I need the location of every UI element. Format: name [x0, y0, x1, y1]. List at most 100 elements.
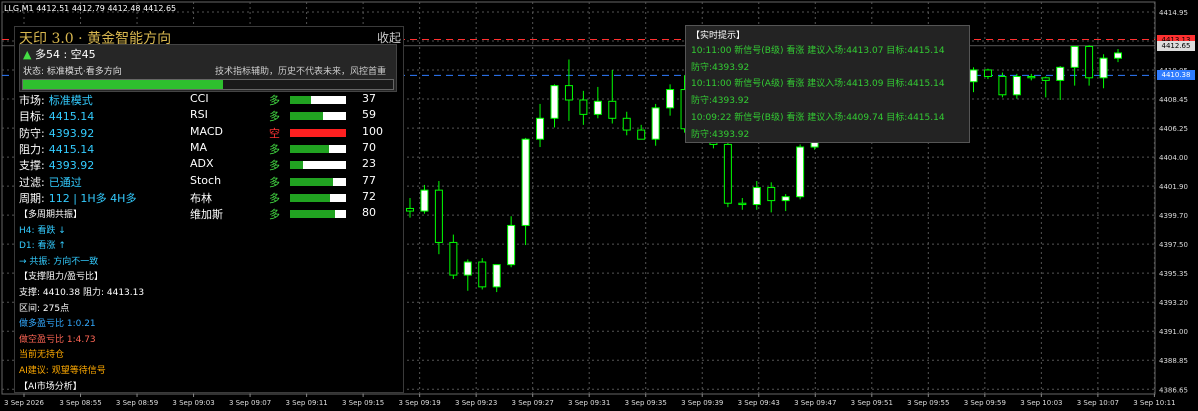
indicator-strength-bar: [290, 177, 346, 186]
candle-body: [406, 207, 414, 212]
y-tick-label: 4391.00: [1159, 328, 1188, 336]
indicator-strength-bar: [290, 112, 346, 121]
candle: [666, 84, 675, 116]
info-value: 4393.92: [48, 126, 95, 140]
tip-line: 10:09:22 新信号(B级) 看涨 建议入场:4409.74 目标:4415…: [691, 112, 945, 123]
indicator-name: Stoch: [190, 173, 222, 187]
candle: [1085, 45, 1094, 86]
x-tick-label: 3 Sep 09:23: [455, 399, 497, 407]
candle: [608, 69, 617, 124]
info-value: 4393.92: [48, 159, 95, 173]
candle-body: [651, 107, 660, 140]
info-row: 目标: 4415.14: [19, 108, 94, 124]
x-tick-label: 3 Sep 10:11: [1133, 399, 1175, 407]
x-tick-label: 3 Sep 09:43: [738, 399, 780, 407]
tip-title: 【实时提示】: [691, 31, 746, 41]
y-tick-label: 4399.70: [1159, 212, 1188, 220]
candle: [1012, 73, 1021, 99]
indicator-value: 77: [362, 173, 376, 187]
indicator-direction: 多: [269, 110, 280, 124]
indicator-value: 23: [362, 157, 376, 171]
indicator-name: 布林: [190, 191, 212, 205]
candle: [622, 111, 631, 136]
indicator-direction: 多: [269, 142, 280, 156]
indicator-strength-bar: [290, 210, 346, 219]
candle-body: [752, 187, 761, 206]
info-key: 周期:: [19, 191, 45, 205]
tip-line: 防守:4393.92: [691, 62, 750, 73]
candle-body: [1056, 66, 1065, 81]
y-tick-label: 4395.35: [1159, 270, 1188, 278]
candle-body: [1085, 45, 1094, 79]
analysis-line: 【支撑阻力/盈亏比】: [19, 272, 104, 283]
indicator-strength-bar: [290, 193, 346, 202]
candle: [752, 181, 761, 210]
tip-line: 10:11:00 新信号(B级) 看涨 建议入场:4413.07 目标:4415…: [691, 46, 945, 56]
candle-body: [608, 100, 617, 119]
candle-body: [420, 189, 429, 212]
y-tick-label: 4406.25: [1159, 125, 1188, 133]
candle-body: [449, 241, 458, 276]
info-value: 4415.14: [48, 142, 95, 156]
candle-body: [463, 261, 472, 276]
y-tick-label: 4408.45: [1159, 96, 1188, 104]
info-key: 过滤:: [19, 175, 45, 189]
candle-body: [550, 85, 559, 119]
x-tick-label: 3 Sep 09:03: [172, 399, 214, 407]
current-price-tag: 4412.65: [1157, 40, 1195, 51]
x-tick-label: 3 Sep 09:11: [285, 399, 327, 407]
candle: [478, 258, 487, 290]
candle: [1114, 49, 1122, 63]
candle-body: [738, 202, 747, 206]
candle: [507, 216, 516, 268]
strength-fill: [290, 161, 303, 170]
tip-line: 10:11:00 新信号(A级) 看涨 建议入场:4413.09 目标:4415…: [691, 79, 945, 90]
indicator-name: MA: [190, 140, 208, 154]
candle: [1099, 54, 1108, 89]
analysis-line: 做多盈亏比 1:0.21: [19, 319, 96, 330]
info-value: 已通过: [48, 175, 82, 189]
indicator-value: 59: [362, 108, 376, 122]
x-tick-label: 3 Sep 09:19: [398, 399, 440, 407]
support-price-tag: 4410.38: [1157, 70, 1195, 81]
symbol-header: LLG,M1 4412.51 4412.79 4412.48 4412.65: [4, 4, 177, 13]
indicator-direction: 多: [269, 94, 280, 107]
candle-body: [666, 89, 675, 109]
strength-fill: [290, 112, 324, 121]
candle: [1056, 66, 1065, 100]
candle-body: [1041, 77, 1050, 81]
indicator-name: ADX: [190, 157, 214, 171]
analysis-line: → 共振: 方向不一致: [19, 256, 99, 267]
candle: [767, 182, 776, 213]
indicator-direction: 空: [269, 126, 280, 140]
indicator-value: 37: [362, 92, 376, 105]
candle: [637, 124, 646, 140]
candle-body: [998, 75, 1007, 96]
candle-body: [521, 138, 530, 226]
indicator-strength-bar: [290, 96, 346, 104]
y-tick-label: 4397.50: [1159, 241, 1188, 249]
analysis-line: H4: 看跌 ↓: [19, 225, 66, 236]
indicator-value: 100: [362, 124, 383, 138]
analysis-line: 区间: 275点: [19, 303, 70, 314]
candle: [463, 259, 472, 291]
strength-fill: [290, 96, 311, 104]
x-tick-label: 3 Sep 09:31: [568, 399, 610, 407]
realtime-tip-box: 【实时提示】 10:11:00 新信号(B级) 看涨 建议入场:4413.07 …: [685, 25, 970, 143]
direction-banner: ▲ 多54 : 空45 状态: 标准模式·看多方向 技术指标辅助，历史不代表未来…: [19, 44, 397, 92]
info-key: 阻力:: [19, 142, 45, 156]
candle-body: [536, 117, 545, 140]
info-key: 支撑:: [19, 159, 45, 173]
candle: [1027, 73, 1036, 81]
indicator-direction: 多: [269, 175, 280, 189]
strength-fill: [290, 144, 330, 153]
y-tick-label: 4404.00: [1159, 154, 1188, 162]
strength-fill: [290, 193, 331, 202]
candle: [1041, 76, 1050, 98]
indicator-strength-bar: [290, 161, 346, 170]
candle-body: [507, 224, 516, 266]
status-text: 状态: 标准模式·看多方向: [23, 67, 122, 77]
indicator-name: MACD: [190, 124, 223, 138]
candle-body: [796, 146, 805, 198]
info-row: 阻力: 4415.14: [19, 141, 94, 157]
